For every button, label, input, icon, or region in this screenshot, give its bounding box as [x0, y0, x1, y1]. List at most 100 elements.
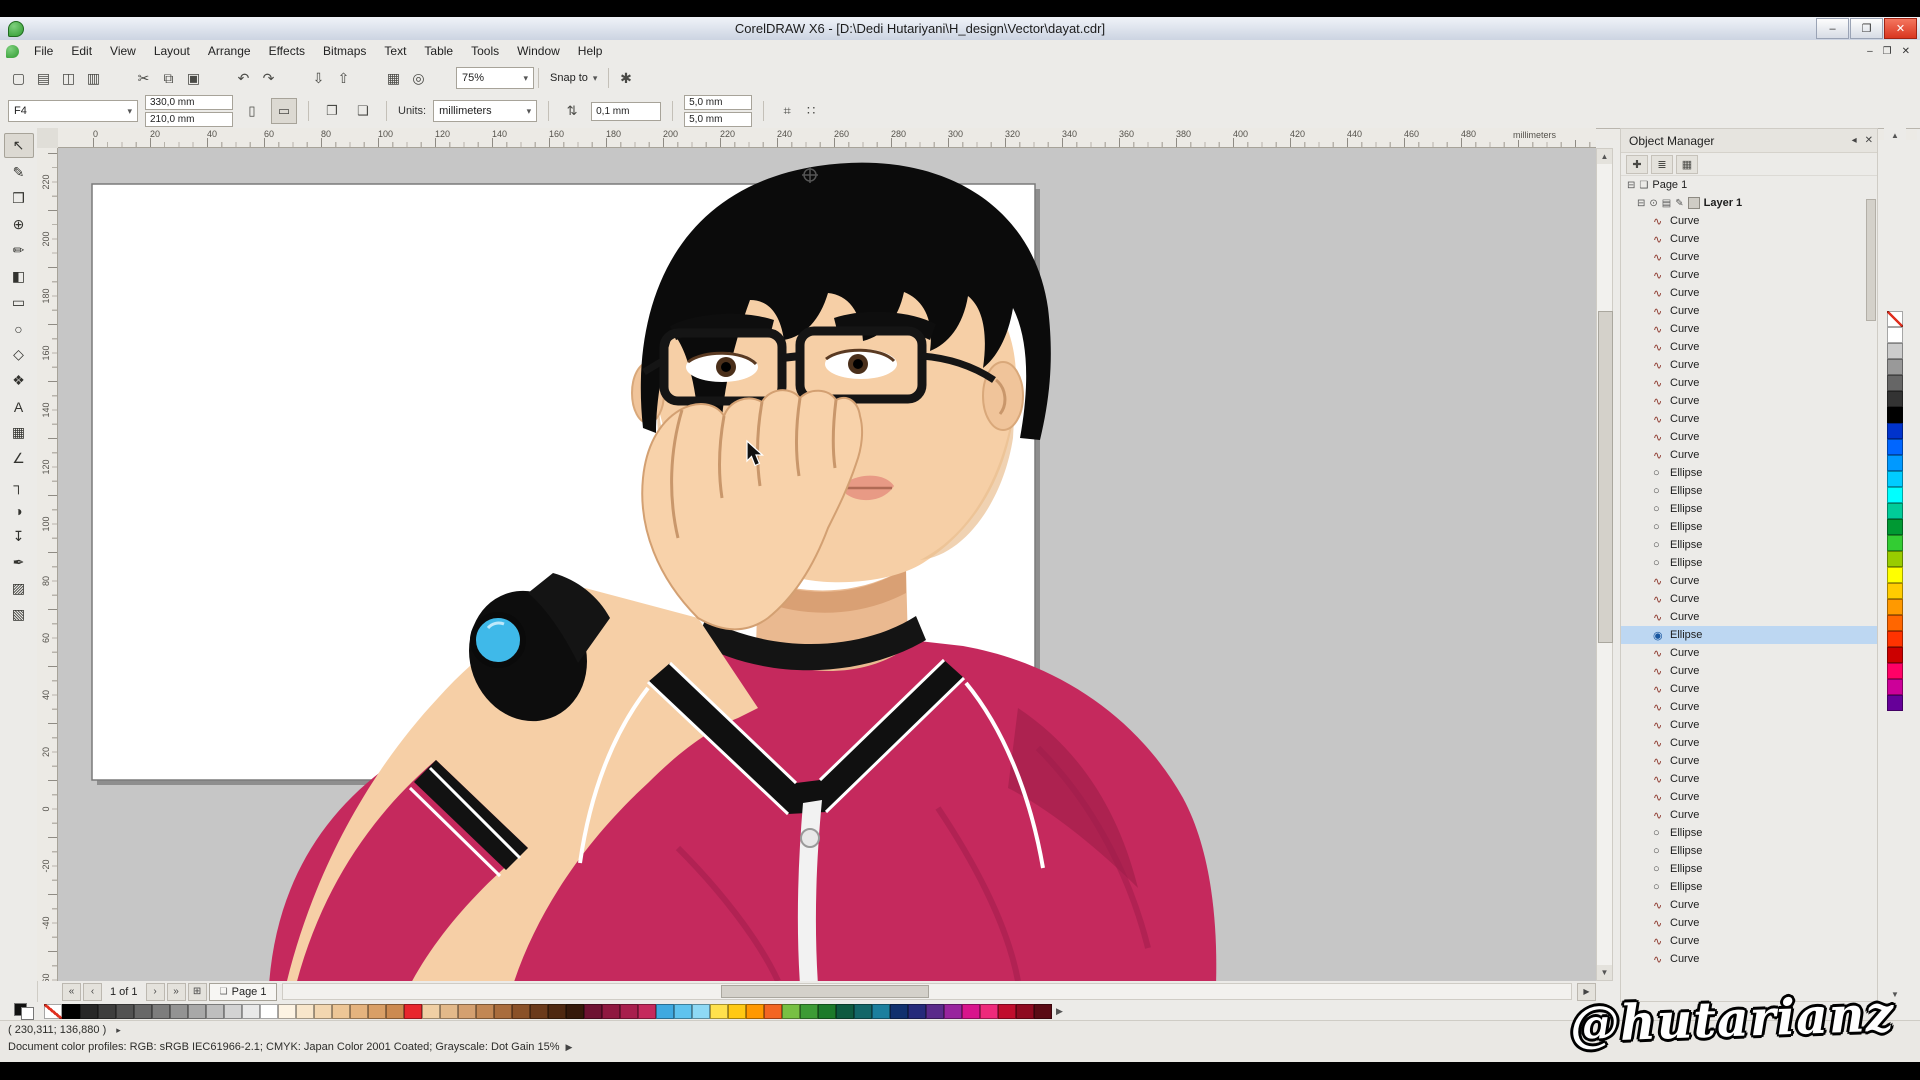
- color-swatch[interactable]: [1887, 583, 1903, 599]
- object-row[interactable]: ∿ Curve: [1621, 338, 1877, 356]
- printable-icon[interactable]: ▤: [1662, 198, 1671, 209]
- drawing-canvas[interactable]: [58, 148, 1596, 981]
- color-swatch[interactable]: [350, 1004, 368, 1019]
- import-button[interactable]: ⇩: [306, 66, 331, 90]
- duplicate-x-field[interactable]: 5,0 mm: [684, 95, 752, 110]
- color-swatch[interactable]: [1887, 327, 1903, 343]
- color-swatch[interactable]: [422, 1004, 440, 1019]
- scroll-down-icon[interactable]: ▼: [1597, 965, 1612, 980]
- object-row[interactable]: ○ Ellipse: [1621, 554, 1877, 572]
- object-row[interactable]: ∿ Curve: [1621, 716, 1877, 734]
- page-width-field[interactable]: 330,0 mm: [145, 95, 233, 110]
- object-row[interactable]: ∿ Curve: [1621, 608, 1877, 626]
- color-swatch[interactable]: [638, 1004, 656, 1019]
- object-row[interactable]: ∿ Curve: [1621, 230, 1877, 248]
- color-swatch[interactable]: [440, 1004, 458, 1019]
- color-swatch[interactable]: [260, 1004, 278, 1019]
- object-row[interactable]: ∿ Curve: [1621, 356, 1877, 374]
- color-swatch[interactable]: [1887, 631, 1903, 647]
- color-swatch[interactable]: [548, 1004, 566, 1019]
- object-row[interactable]: ○ Ellipse: [1621, 500, 1877, 518]
- smart-fill-tool[interactable]: ◧: [5, 265, 33, 288]
- freehand-tool[interactable]: ✏: [5, 239, 33, 262]
- color-swatch[interactable]: [1887, 647, 1903, 663]
- object-row[interactable]: ∿ Curve: [1621, 284, 1877, 302]
- pick-tool[interactable]: ↖: [4, 133, 34, 158]
- color-swatch[interactable]: [1887, 695, 1903, 711]
- palette-scroll-right-icon[interactable]: ▶: [1056, 1006, 1063, 1017]
- color-swatch[interactable]: [620, 1004, 638, 1019]
- color-swatch[interactable]: [512, 1004, 530, 1019]
- object-row[interactable]: ∿ Curve: [1621, 248, 1877, 266]
- color-swatch[interactable]: [476, 1004, 494, 1019]
- color-swatch[interactable]: [1887, 359, 1903, 375]
- object-row[interactable]: ∿ Curve: [1621, 320, 1877, 338]
- options-button[interactable]: ✱: [613, 66, 638, 90]
- object-row[interactable]: ○ Ellipse: [1621, 482, 1877, 500]
- expander-icon[interactable]: ⊟: [1627, 180, 1635, 191]
- color-swatch[interactable]: [890, 1004, 908, 1019]
- shape-tool[interactable]: ✎: [5, 161, 33, 184]
- object-row[interactable]: ∿ Curve: [1621, 392, 1877, 410]
- color-swatch[interactable]: [116, 1004, 134, 1019]
- duplicate-y-field[interactable]: 5,0 mm: [684, 112, 752, 127]
- color-swatch[interactable]: [188, 1004, 206, 1019]
- object-row[interactable]: ○ Ellipse: [1621, 824, 1877, 842]
- object-row[interactable]: ∿ Curve: [1621, 896, 1877, 914]
- color-swatch[interactable]: [386, 1004, 404, 1019]
- object-row[interactable]: ○ Ellipse: [1621, 878, 1877, 896]
- layer-color-chip[interactable]: [1688, 197, 1700, 209]
- polygon-tool[interactable]: ◇: [5, 343, 33, 366]
- color-swatch[interactable]: [332, 1004, 350, 1019]
- menu-item[interactable]: Table: [415, 41, 462, 61]
- no-color-swatch[interactable]: [1887, 311, 1903, 327]
- color-swatch[interactable]: [728, 1004, 746, 1019]
- color-swatch[interactable]: [1887, 615, 1903, 631]
- ellipse-tool[interactable]: ○: [5, 317, 33, 340]
- corel-connect-button[interactable]: ◎: [406, 66, 431, 90]
- separator[interactable]: [281, 66, 306, 90]
- snap-to-dropdown[interactable]: Snap to ▾: [543, 67, 604, 89]
- object-row[interactable]: ∿ Curve: [1621, 644, 1877, 662]
- color-swatch[interactable]: [368, 1004, 386, 1019]
- color-swatch[interactable]: [1016, 1004, 1034, 1019]
- color-swatch[interactable]: [98, 1004, 116, 1019]
- color-swatch[interactable]: [944, 1004, 962, 1019]
- editable-pencil-icon[interactable]: ✎: [1675, 198, 1683, 209]
- last-page-button[interactable]: »: [167, 983, 186, 1001]
- color-swatch[interactable]: [746, 1004, 764, 1019]
- menu-item[interactable]: Tools: [462, 41, 508, 61]
- snap-options-button[interactable]: ⌗: [775, 99, 799, 123]
- page-size-preset-combo[interactable]: F4 ▾: [8, 100, 138, 122]
- vertical-scroll-thumb[interactable]: [1598, 311, 1613, 643]
- color-swatch[interactable]: [296, 1004, 314, 1019]
- object-row[interactable]: ∿ Curve: [1621, 932, 1877, 950]
- horizontal-scroll-thumb[interactable]: [721, 985, 929, 998]
- interactive-fill-tool[interactable]: ▧: [5, 603, 33, 626]
- units-combo[interactable]: millimeters ▾: [433, 100, 537, 122]
- docker-close-icon[interactable]: ✕: [1865, 135, 1873, 146]
- color-swatch[interactable]: [656, 1004, 674, 1019]
- print-button[interactable]: ▥: [81, 66, 106, 90]
- current-page-button[interactable]: ❑: [351, 99, 375, 123]
- color-swatch[interactable]: [980, 1004, 998, 1019]
- treat-as-filled-button[interactable]: ∷: [799, 99, 823, 123]
- eyedropper-tool[interactable]: ↧: [5, 525, 33, 548]
- object-row[interactable]: ∿ Curve: [1621, 950, 1877, 968]
- object-row[interactable]: ∿ Curve: [1621, 428, 1877, 446]
- save-button[interactable]: ◫: [56, 66, 81, 90]
- portrait-orientation-button[interactable]: ▯: [240, 99, 264, 123]
- color-swatch[interactable]: [854, 1004, 872, 1019]
- app-launcher-button[interactable]: ▦: [381, 66, 406, 90]
- menu-item[interactable]: File: [25, 41, 62, 61]
- horizontal-ruler[interactable]: 0204060801001201401601802002202402602803…: [58, 128, 1596, 148]
- fill-outline-indicator[interactable]: [14, 1003, 38, 1019]
- color-swatch[interactable]: [962, 1004, 980, 1019]
- zoom-level-combo[interactable]: 75% ▾: [456, 67, 534, 89]
- color-swatch[interactable]: [170, 1004, 188, 1019]
- color-swatch[interactable]: [224, 1004, 242, 1019]
- object-row[interactable]: ∿ Curve: [1621, 734, 1877, 752]
- color-swatch[interactable]: [1887, 487, 1903, 503]
- expander-icon[interactable]: ⊟: [1637, 198, 1645, 209]
- color-swatch[interactable]: [242, 1004, 260, 1019]
